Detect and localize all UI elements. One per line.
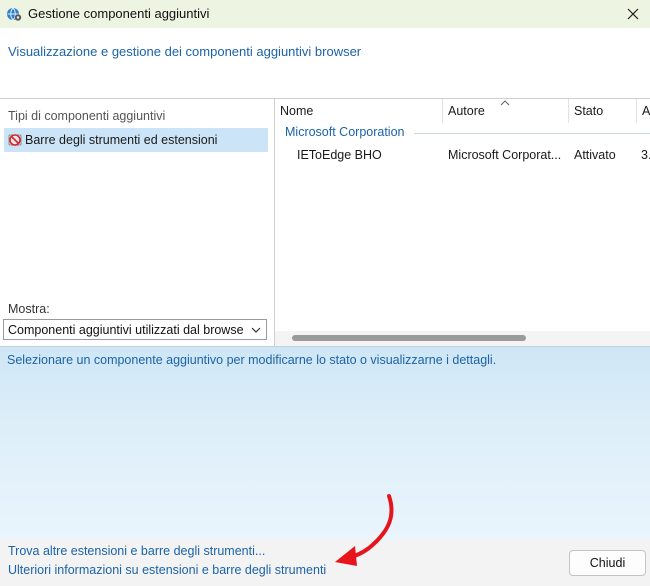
close-button[interactable]: Chiudi xyxy=(569,550,646,576)
show-label: Mostra: xyxy=(8,302,50,316)
chevron-down-icon xyxy=(251,327,261,333)
settings-globe-icon xyxy=(7,7,22,21)
scrollbar-thumb[interactable] xyxy=(292,335,526,341)
table-row[interactable]: IEToEdge BHO Microsoft Corporat... Attiv… xyxy=(275,145,650,165)
cell-stato: Attivato xyxy=(574,148,616,162)
column-header-nome[interactable]: Nome xyxy=(275,99,443,123)
window-close-button[interactable] xyxy=(616,0,650,28)
addon-types-label: Tipi di componenti aggiuntivi xyxy=(8,109,166,123)
column-header-stato[interactable]: Stato xyxy=(569,99,637,123)
window-title: Gestione componenti aggiuntivi xyxy=(28,6,210,21)
details-hint: Selezionare un componente aggiuntivo per… xyxy=(7,353,497,367)
group-divider xyxy=(414,133,650,134)
details-panel: Selezionare un componente aggiuntivo per… xyxy=(0,346,650,541)
footer: Trova altre estensioni e barre degli str… xyxy=(0,540,650,586)
column-header-a[interactable]: A xyxy=(637,99,650,123)
type-item-toolbars-extensions[interactable]: Barre degli strumenti ed estensioni xyxy=(4,128,268,152)
show-filter-select[interactable]: Componenti aggiuntivi utilizzati dal bro… xyxy=(3,319,267,340)
cell-a: 3. xyxy=(641,148,650,162)
addon-list: Nome Autore Stato A Microsoft Corporatio… xyxy=(275,98,650,347)
cell-nome: IEToEdge BHO xyxy=(297,148,382,162)
header-description: Visualizzazione e gestione dei component… xyxy=(8,44,362,59)
cell-autore: Microsoft Corporat... xyxy=(448,148,562,162)
addon-types-pane: Tipi di componenti aggiuntivi Barre degl… xyxy=(0,98,275,347)
header-band xyxy=(0,28,650,98)
title-bar: Gestione componenti aggiuntivi xyxy=(0,0,650,28)
show-filter-value: Componenti aggiuntivi utilizzati dal bro… xyxy=(8,323,244,337)
close-icon xyxy=(627,8,639,20)
group-header-microsoft: Microsoft Corporation xyxy=(285,125,405,139)
type-item-label: Barre degli strumenti ed estensioni xyxy=(25,133,218,147)
sort-ascending-icon xyxy=(500,100,510,106)
toolbar-extension-icon xyxy=(8,134,22,146)
more-info-link[interactable]: Ulteriori informazioni su estensioni e b… xyxy=(8,563,326,577)
find-more-extensions-link[interactable]: Trova altre estensioni e barre degli str… xyxy=(8,544,265,558)
